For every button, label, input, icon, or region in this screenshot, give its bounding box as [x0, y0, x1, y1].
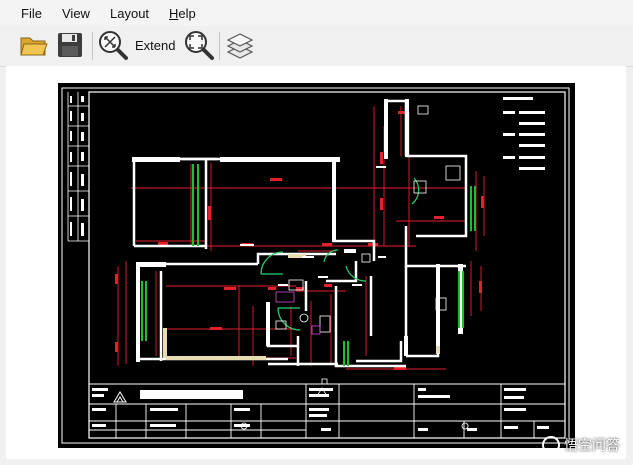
extend-label[interactable]: Extend	[135, 38, 175, 53]
drawing-sheet	[58, 83, 575, 448]
zoom-window-icon	[99, 31, 128, 60]
open-folder-icon	[20, 37, 48, 56]
drawing-canvas[interactable]: 悟空问答	[6, 66, 626, 459]
zoom-extents-icon	[185, 31, 214, 60]
menu-bar: File View Layout Help	[0, 0, 633, 26]
watermark-text: 悟空问答	[564, 438, 620, 454]
layers-button[interactable]	[224, 29, 256, 61]
menu-layout[interactable]: Layout	[110, 6, 149, 21]
cad-drawing[interactable]	[6, 66, 626, 459]
save-disk-icon	[58, 33, 82, 57]
menu-help[interactable]: Help	[169, 6, 196, 21]
toolbar-separator	[219, 32, 220, 60]
zoom-window-button[interactable]	[97, 29, 129, 61]
title-block-project-name-field	[140, 390, 243, 399]
watermark-logo-icon	[542, 436, 560, 454]
layers-icon	[226, 33, 254, 59]
watermark: 悟空问答	[542, 435, 620, 455]
toolbar: Extend	[0, 26, 633, 67]
save-button[interactable]	[54, 29, 86, 61]
toolbar-separator	[92, 32, 93, 60]
open-button[interactable]	[18, 29, 50, 61]
menu-file[interactable]: File	[21, 6, 42, 21]
zoom-extents-button[interactable]	[183, 29, 215, 61]
menu-view[interactable]: View	[62, 6, 90, 21]
